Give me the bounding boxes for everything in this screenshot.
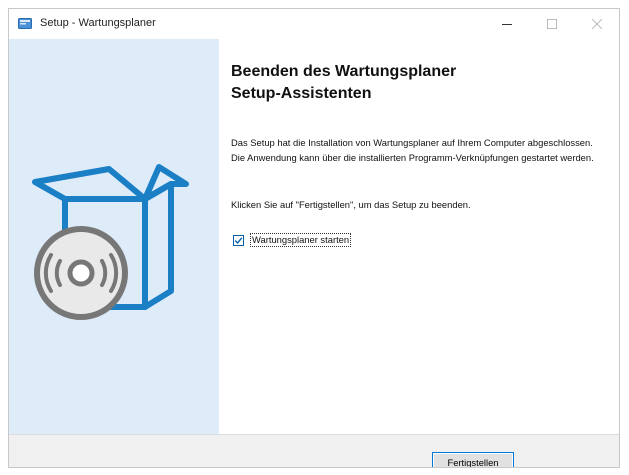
wizard-content: Beenden des Wartungsplaner Setup-Assiste… [219, 39, 619, 434]
setup-app-icon [18, 17, 32, 30]
window-title: Setup - Wartungsplaner [40, 17, 156, 29]
finish-button[interactable]: Fertigstellen [432, 452, 514, 468]
minimize-icon [502, 24, 512, 25]
minimize-button[interactable] [485, 9, 529, 39]
title-bar[interactable]: Setup - Wartungsplaner [9, 9, 619, 39]
software-box-with-disc-icon [32, 164, 189, 320]
launch-app-checkbox[interactable] [233, 234, 244, 246]
finish-instruction: Klicken Sie auf "Fertigstellen", um das … [231, 199, 471, 210]
close-icon [592, 19, 602, 29]
wizard-footer: Fertigstellen [9, 434, 619, 467]
finish-button-label: ertigstellen [453, 456, 499, 468]
launch-app-checkbox-label[interactable]: Wartungsplaner starten [250, 233, 352, 247]
launch-app-checkbox-row[interactable]: Wartungsplaner starten [233, 233, 352, 247]
page-title: Beenden des Wartungsplaner Setup-Assiste… [231, 63, 457, 102]
maximize-button[interactable] [530, 9, 574, 39]
completion-message: Das Setup hat die Installation von Wartu… [231, 137, 594, 163]
close-button[interactable] [575, 9, 619, 39]
wizard-sidebar [9, 39, 219, 434]
maximize-icon [547, 19, 557, 29]
checkmark-icon [234, 236, 243, 244]
setup-window: Setup - Wartungsplaner Beenden des Wartu… [8, 8, 620, 468]
